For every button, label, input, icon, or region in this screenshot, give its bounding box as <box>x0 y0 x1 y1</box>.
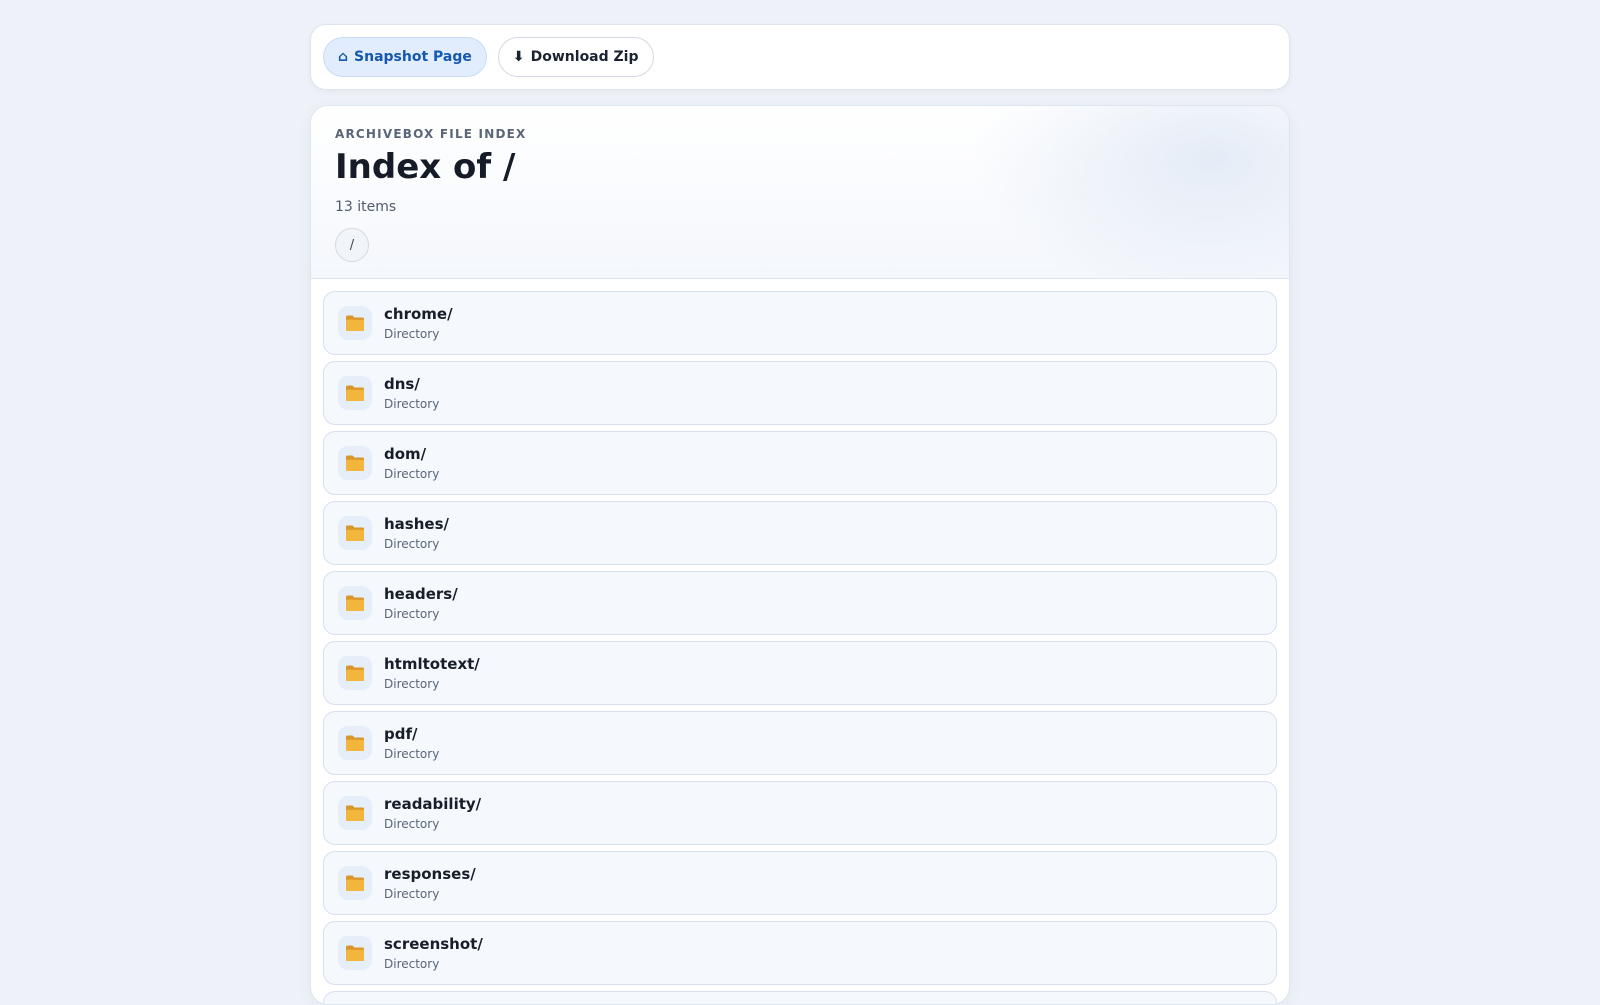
home-icon: ⌂ <box>338 49 349 65</box>
directory-row[interactable]: readability/ Directory <box>323 781 1277 845</box>
row-text: dns/ Directory <box>384 375 439 411</box>
directory-name: headers/ <box>384 585 458 603</box>
directory-row[interactable]: htmltotext/ Directory <box>323 641 1277 705</box>
row-text: readability/ Directory <box>384 795 481 831</box>
row-text: pdf/ Directory <box>384 725 439 761</box>
directory-type: Directory <box>384 607 440 621</box>
folder-icon <box>338 446 372 480</box>
snapshot-page-label: Snapshot Page <box>354 49 472 65</box>
row-text: hashes/ Directory <box>384 515 449 551</box>
download-zip-button[interactable]: ⬇ Download Zip <box>497 37 654 77</box>
directory-type: Directory <box>384 887 440 901</box>
directory-name: chrome/ <box>384 305 453 323</box>
snapshot-page-button[interactable]: ⌂ Snapshot Page <box>323 37 487 77</box>
directory-type: Directory <box>384 327 440 341</box>
directory-name: dom/ <box>384 445 427 463</box>
directory-name: htmltotext/ <box>384 655 480 673</box>
directory-row[interactable]: headers/ Directory <box>323 571 1277 635</box>
folder-icon <box>338 376 372 410</box>
index-header: ARCHIVEBOX FILE INDEX Index of / 13 item… <box>311 106 1289 279</box>
row-text: headers/ Directory <box>384 585 458 621</box>
directory-row[interactable]: responses/ Directory <box>323 851 1277 915</box>
directory-row[interactable]: screenshot/ Directory <box>323 921 1277 985</box>
item-count: 13 items <box>335 199 397 215</box>
toolbar: ⌂ Snapshot Page ⬇ Download Zip <box>310 24 1290 90</box>
folder-icon <box>338 516 372 550</box>
index-kicker: ARCHIVEBOX FILE INDEX <box>335 127 527 141</box>
page-title: Index of / <box>335 147 516 187</box>
directory-name: readability/ <box>384 795 482 813</box>
directory-type: Directory <box>384 537 440 551</box>
directory-type: Directory <box>384 467 440 481</box>
folder-icon <box>338 726 372 760</box>
directory-row[interactable]: hashes/ Directory <box>323 501 1277 565</box>
page-container: ⌂ Snapshot Page ⬇ Download Zip ARCHIVEBO… <box>310 24 1290 1005</box>
folder-icon <box>338 656 372 690</box>
directory-type: Directory <box>384 397 440 411</box>
row-text: dom/ Directory <box>384 445 439 481</box>
directory-row[interactable]: dns/ Directory <box>323 361 1277 425</box>
breadcrumb-root[interactable]: / <box>335 228 369 262</box>
download-icon: ⬇ <box>512 49 525 65</box>
download-zip-label: Download Zip <box>530 49 639 65</box>
row-text: htmltotext/ Directory <box>384 655 480 691</box>
folder-icon <box>338 306 372 340</box>
folder-icon <box>338 936 372 970</box>
folder-icon <box>338 796 372 830</box>
file-index-card: ARCHIVEBOX FILE INDEX Index of / 13 item… <box>310 105 1290 1005</box>
directory-name: screenshot/ <box>384 935 483 953</box>
directory-type: Directory <box>384 747 440 761</box>
directory-row[interactable]: dom/ Directory <box>323 431 1277 495</box>
row-text: screenshot/ Directory <box>384 935 483 971</box>
directory-name: pdf/ <box>384 725 418 743</box>
directory-name: hashes/ <box>384 515 449 533</box>
directory-row[interactable] <box>323 991 1277 1004</box>
folder-icon <box>338 866 372 900</box>
directory-name: responses/ <box>384 865 476 883</box>
directory-type: Directory <box>384 957 440 971</box>
row-text: chrome/ Directory <box>384 305 453 341</box>
row-text: responses/ Directory <box>384 865 476 901</box>
folder-icon <box>338 586 372 620</box>
directory-type: Directory <box>384 817 440 831</box>
directory-row[interactable]: chrome/ Directory <box>323 291 1277 355</box>
directory-type: Directory <box>384 677 440 691</box>
directory-row[interactable]: pdf/ Directory <box>323 711 1277 775</box>
file-list: chrome/ Directory dns/ Directory dom/ Di… <box>311 279 1289 1004</box>
directory-name: dns/ <box>384 375 420 393</box>
